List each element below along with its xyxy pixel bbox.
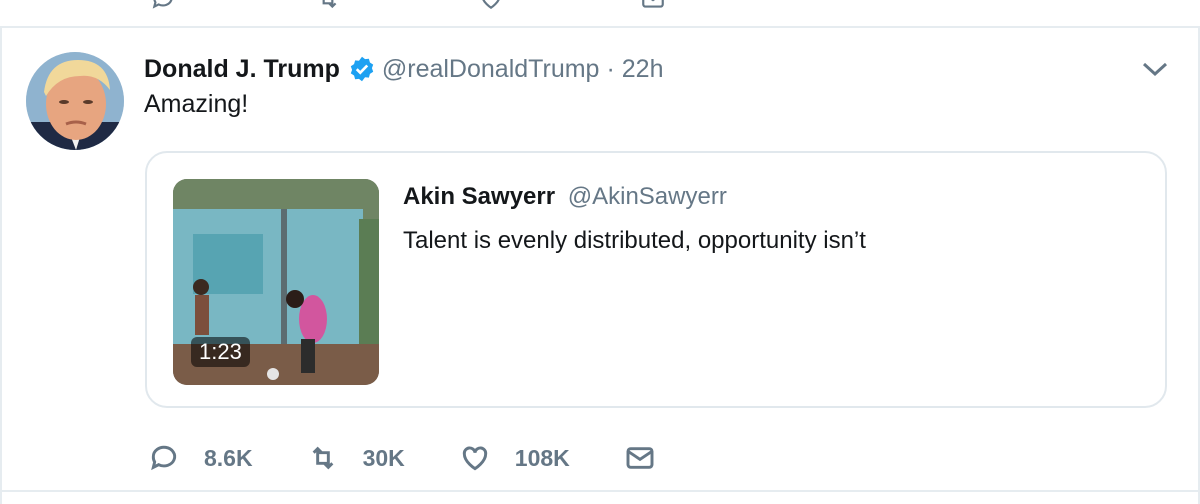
timeline-left-border bbox=[0, 28, 2, 504]
tweet-divider bbox=[0, 490, 1200, 492]
retweet-icon[interactable] bbox=[315, 0, 341, 17]
verified-badge-icon bbox=[348, 55, 376, 83]
tweet-actions: 8.6K 30K 108K bbox=[148, 438, 734, 478]
reply-button[interactable]: 8.6K bbox=[148, 442, 253, 474]
quoted-author-name[interactable]: Akin Sawyerr bbox=[403, 183, 555, 210]
retweet-button[interactable]: 30K bbox=[307, 442, 405, 474]
avatar[interactable] bbox=[26, 52, 124, 150]
direct-message-button[interactable] bbox=[624, 442, 680, 474]
video-duration: 1:23 bbox=[191, 337, 250, 367]
separator: · bbox=[606, 54, 615, 83]
reply-icon[interactable] bbox=[150, 0, 176, 17]
tweet-text: Amazing! bbox=[144, 90, 249, 118]
author-name[interactable]: Donald J. Trump bbox=[144, 55, 340, 84]
heart-icon[interactable] bbox=[478, 0, 504, 17]
reply-icon bbox=[151, 445, 177, 471]
like-button[interactable]: 108K bbox=[459, 442, 570, 474]
heart-icon bbox=[462, 446, 487, 471]
quoted-header: Akin Sawyerr @AkinSawyerr bbox=[403, 183, 727, 211]
retweet-count: 30K bbox=[362, 444, 405, 471]
chevron-down-icon[interactable] bbox=[1140, 58, 1170, 80]
envelope-icon bbox=[626, 447, 654, 469]
quoted-author-handle[interactable]: @AkinSawyerr bbox=[568, 183, 727, 210]
like-count: 108K bbox=[514, 444, 570, 471]
tweet-header: Donald J. Trump @realDonaldTrump · 22h bbox=[144, 52, 664, 86]
quoted-tweet-text: Talent is evenly distributed, opportunit… bbox=[403, 227, 866, 254]
quoted-tweet-card[interactable]: 1:23 Akin Sawyerr @AkinSawyerr Talent is… bbox=[145, 151, 1167, 408]
video-thumbnail[interactable]: 1:23 bbox=[173, 179, 379, 385]
reply-count: 8.6K bbox=[204, 444, 253, 471]
previous-tweet-actions bbox=[0, 0, 1200, 26]
author-handle[interactable]: @realDonaldTrump bbox=[382, 55, 600, 84]
timestamp[interactable]: 22h bbox=[622, 55, 664, 84]
tweet-divider bbox=[0, 26, 1200, 28]
envelope-icon[interactable] bbox=[640, 0, 666, 17]
retweet-icon bbox=[312, 446, 333, 470]
